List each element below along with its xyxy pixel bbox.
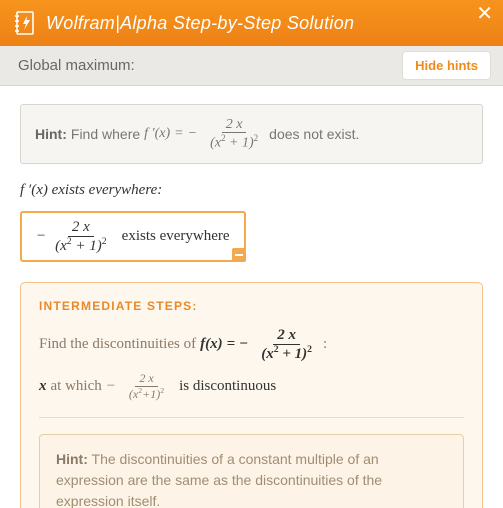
hint-fprime: f ′(x) bbox=[144, 126, 170, 142]
subheader-bar: Global maximum: Hide hints bbox=[0, 46, 503, 86]
res-neg: − bbox=[36, 228, 46, 245]
int1-neg: − bbox=[239, 336, 248, 353]
close-icon[interactable]: ✕ bbox=[476, 4, 493, 24]
int2-post: is discontinuous bbox=[179, 378, 276, 395]
int1-pre: Find the discontinuities of bbox=[39, 336, 196, 353]
int2-fraction: 2 x (x2+1)2 bbox=[125, 372, 168, 400]
int1-post: : bbox=[323, 336, 327, 353]
int2-var: x bbox=[39, 378, 47, 395]
stmt-text: exists everywhere: bbox=[48, 182, 162, 198]
hint-text-pre: Find where bbox=[71, 126, 140, 142]
titlebar: Wolfram|Alpha Step-by-Step Solution ✕ bbox=[0, 0, 503, 46]
hide-hints-button[interactable]: Hide hints bbox=[402, 51, 491, 80]
intermediate-steps: INTERMEDIATE STEPS: Find the discontinui… bbox=[20, 282, 483, 508]
hint-text-post: does not exist. bbox=[269, 126, 359, 142]
frac-num: 2 x bbox=[68, 219, 94, 237]
frac-num: 2 x bbox=[135, 372, 157, 386]
int2-neg: − bbox=[106, 378, 116, 395]
inner-hint-text: The discontinuities of a constant multip… bbox=[56, 451, 382, 508]
statement-1: f ′(x) exists everywhere: bbox=[20, 182, 483, 199]
frac-den: (x2+1)2 bbox=[125, 387, 168, 401]
inner-hint-box: Hint: The discontinuities of a constant … bbox=[39, 434, 464, 508]
int1-eq: = bbox=[227, 336, 236, 353]
int-line-2: x at which − 2 x (x2+1)2 is discontinuou… bbox=[39, 372, 464, 400]
res-fraction: 2 x (x2 + 1)2 bbox=[51, 219, 111, 254]
frac-den: (x2 + 1)2 bbox=[206, 133, 262, 151]
intermediate-header: INTERMEDIATE STEPS: bbox=[39, 299, 464, 313]
divider bbox=[39, 417, 464, 418]
frac-den: (x2 + 1)2 bbox=[257, 345, 316, 363]
result-box: − 2 x (x2 + 1)2 exists everywhere bbox=[20, 211, 246, 262]
stmt-fprime: f ′(x) bbox=[20, 182, 48, 198]
hint-eq: = bbox=[174, 126, 183, 142]
int1-fraction: 2 x (x2 + 1)2 bbox=[257, 327, 316, 362]
int1-fx: f(x) bbox=[200, 336, 223, 353]
problem-label: Global maximum: bbox=[18, 57, 135, 74]
window-title: Wolfram|Alpha Step-by-Step Solution bbox=[46, 13, 354, 34]
content-scroll[interactable]: Hint: Find where f ′(x) = − 2 x (x2 + 1)… bbox=[0, 86, 503, 508]
hint-neg: − bbox=[188, 126, 197, 142]
res-text: exists everywhere bbox=[122, 228, 230, 245]
frac-num: 2 x bbox=[273, 327, 300, 345]
hint-box-1: Hint: Find where f ′(x) = − 2 x (x2 + 1)… bbox=[20, 104, 483, 164]
int2-pre: at which bbox=[51, 378, 102, 395]
notebook-icon bbox=[14, 10, 36, 36]
frac-num: 2 x bbox=[222, 117, 247, 133]
int-line-1: Find the discontinuities of f(x) = − 2 x… bbox=[39, 327, 464, 362]
frac-den: (x2 + 1)2 bbox=[51, 237, 111, 255]
collapse-icon[interactable] bbox=[232, 248, 246, 262]
inner-hint-label: Hint: bbox=[56, 451, 88, 467]
hint-label: Hint: bbox=[35, 126, 67, 142]
solution-window: Wolfram|Alpha Step-by-Step Solution ✕ Gl… bbox=[0, 0, 503, 508]
hint-fraction: 2 x (x2 + 1)2 bbox=[206, 117, 262, 151]
